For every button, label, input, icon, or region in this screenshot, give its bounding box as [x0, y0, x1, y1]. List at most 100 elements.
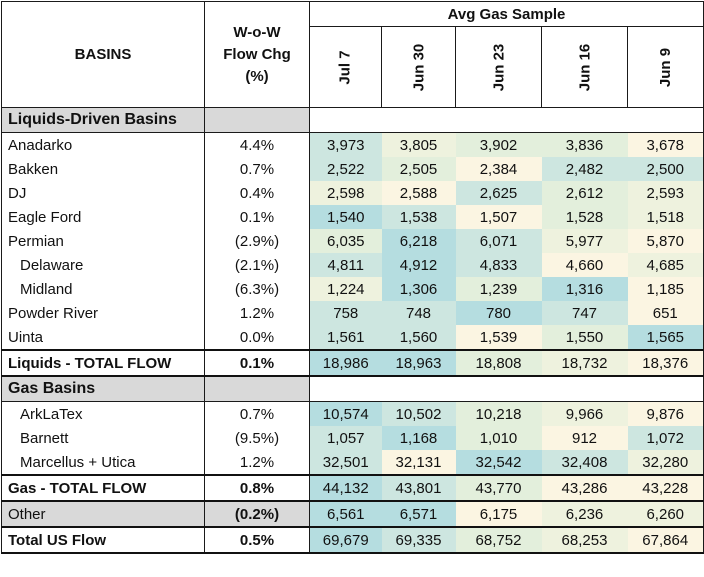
wow-header-line1: W-o-W	[233, 23, 281, 41]
gas-flow-table: BASINS W-o-W Flow Chg (%) Avg Gas Sample…	[1, 1, 704, 554]
basin-name: Barnett	[1, 426, 205, 450]
value-cell: 1,057	[309, 426, 382, 450]
value-cell: 69,679	[309, 527, 382, 554]
wow-change: 1.2%	[204, 301, 310, 325]
value-cell: 6,236	[541, 500, 628, 528]
date-label: Jun 23	[490, 43, 507, 91]
table-row: Midland (6.3%) 1,224 1,306 1,239 1,316 1…	[1, 277, 704, 301]
total-us-row: Total US Flow 0.5% 69,679 69,335 68,752 …	[1, 527, 704, 554]
wow-change: 0.7%	[204, 401, 310, 426]
value-cell: 2,505	[381, 157, 456, 181]
value-cell: 2,625	[455, 181, 542, 205]
value-cell: 1,224	[309, 277, 382, 301]
wow-change: (6.3%)	[204, 277, 310, 301]
table-row: Permian (2.9%) 6,035 6,218 6,071 5,977 5…	[1, 229, 704, 253]
wow-change: (2.9%)	[204, 229, 310, 253]
section-blank	[204, 375, 310, 402]
table-row: ArkLaTex 0.7% 10,574 10,502 10,218 9,966…	[1, 401, 704, 426]
value-cell: 2,500	[627, 157, 704, 181]
section-label: Liquids-Driven Basins	[1, 107, 205, 133]
value-cell: 4,833	[455, 253, 542, 277]
value-cell: 4,685	[627, 253, 704, 277]
table-row: Marcellus + Utica 1.2% 32,501 32,131 32,…	[1, 450, 704, 475]
value-cell: 9,876	[627, 401, 704, 426]
value-cell: 32,131	[381, 450, 456, 475]
liquids-section-row: Liquids-Driven Basins	[1, 107, 704, 133]
value-cell: 6,561	[309, 500, 382, 528]
table-row: Eagle Ford 0.1% 1,540 1,538 1,507 1,528 …	[1, 205, 704, 229]
value-cell: 32,501	[309, 450, 382, 475]
wow-header-line3: (%)	[245, 67, 269, 85]
value-cell: 6,071	[455, 229, 542, 253]
date-header-4: Jun 16	[541, 26, 628, 108]
value-cell: 1,560	[381, 325, 456, 350]
value-cell: 4,912	[381, 253, 456, 277]
value-cell: 18,732	[541, 349, 628, 377]
value-cell: 3,836	[541, 132, 628, 157]
value-cell: 1,168	[381, 426, 456, 450]
date-header-1: Jul 7	[309, 26, 382, 108]
value-cell: 1,185	[627, 277, 704, 301]
basin-name: Midland	[1, 277, 205, 301]
value-cell: 651	[627, 301, 704, 325]
value-cell: 6,260	[627, 500, 704, 528]
other-row: Other (0.2%) 6,561 6,571 6,175 6,236 6,2…	[1, 500, 704, 528]
value-cell: 912	[541, 426, 628, 450]
wow-change: 0.5%	[204, 527, 310, 554]
table-row: Barnett (9.5%) 1,057 1,168 1,010 912 1,0…	[1, 426, 704, 450]
value-cell: 18,986	[309, 349, 382, 377]
date-label: Jun 9	[657, 47, 674, 87]
basin-name: Anadarko	[1, 132, 205, 157]
value-cell: 780	[455, 301, 542, 325]
value-cell: 43,286	[541, 474, 628, 502]
section-label: Gas Basins	[1, 375, 205, 402]
value-cell: 3,973	[309, 132, 382, 157]
wow-change: 0.8%	[204, 474, 310, 502]
value-cell: 1,538	[381, 205, 456, 229]
value-cell: 68,253	[541, 527, 628, 554]
wow-change: (9.5%)	[204, 426, 310, 450]
value-cell: 1,507	[455, 205, 542, 229]
table-row: Delaware (2.1%) 4,811 4,912 4,833 4,660 …	[1, 253, 704, 277]
value-cell: 1,316	[541, 277, 628, 301]
table-row: Anadarko 4.4% 3,973 3,805 3,902 3,836 3,…	[1, 132, 704, 157]
section-blank-values	[309, 375, 704, 402]
value-cell: 2,612	[541, 181, 628, 205]
section-blank	[204, 107, 310, 133]
value-cell: 1,550	[541, 325, 628, 350]
wow-change: 0.7%	[204, 157, 310, 181]
basin-name: ArkLaTex	[1, 401, 205, 426]
value-cell: 10,574	[309, 401, 382, 426]
value-cell: 9,966	[541, 401, 628, 426]
basins-header: BASINS	[1, 1, 205, 108]
value-cell: 2,482	[541, 157, 628, 181]
table-row: DJ 0.4% 2,598 2,588 2,625 2,612 2,593	[1, 181, 704, 205]
liquids-total-row: Liquids - TOTAL FLOW 0.1% 18,986 18,963 …	[1, 349, 704, 377]
gas-total-row: Gas - TOTAL FLOW 0.8% 44,132 43,801 43,7…	[1, 474, 704, 502]
value-cell: 67,864	[627, 527, 704, 554]
value-cell: 758	[309, 301, 382, 325]
wow-flow-change-header: W-o-W Flow Chg (%)	[204, 1, 310, 108]
basin-name: Bakken	[1, 157, 205, 181]
wow-header-line2: Flow Chg	[223, 45, 291, 63]
value-cell: 3,678	[627, 132, 704, 157]
date-label: Jun 30	[410, 43, 427, 91]
basin-name: Permian	[1, 229, 205, 253]
value-cell: 3,902	[455, 132, 542, 157]
wow-change: 0.4%	[204, 181, 310, 205]
date-label: Jun 16	[576, 43, 593, 91]
value-cell: 6,175	[455, 500, 542, 528]
date-label: Jul 7	[337, 49, 354, 85]
avg-gas-sample-header: Avg Gas Sample	[309, 1, 704, 27]
value-cell: 3,805	[381, 132, 456, 157]
value-cell: 32,542	[455, 450, 542, 475]
total-label: Total US Flow	[1, 527, 205, 554]
value-cell: 18,376	[627, 349, 704, 377]
value-cell: 748	[381, 301, 456, 325]
basin-name: Uinta	[1, 325, 205, 350]
value-cell: 43,228	[627, 474, 704, 502]
value-cell: 2,598	[309, 181, 382, 205]
wow-change: 0.1%	[204, 205, 310, 229]
value-cell: 747	[541, 301, 628, 325]
date-header-3: Jun 23	[455, 26, 542, 108]
